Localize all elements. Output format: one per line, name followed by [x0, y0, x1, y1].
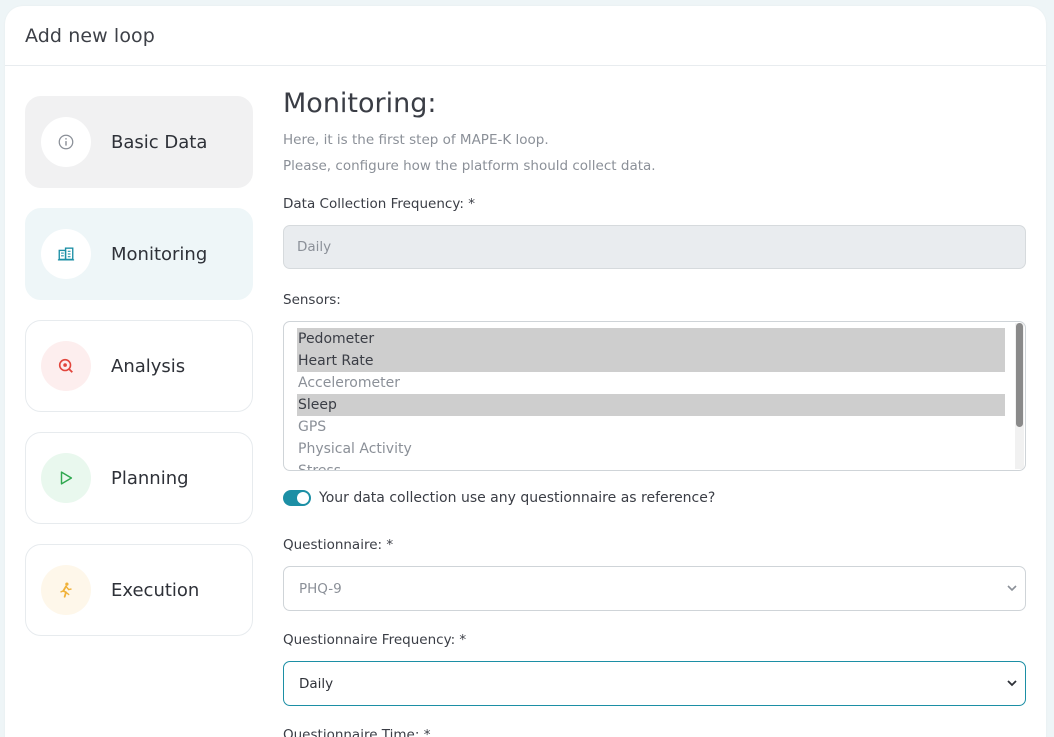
add-loop-card: Add new loop Basic Data Monitoring Analy… [5, 6, 1046, 737]
sensor-option[interactable]: Pedometer [297, 328, 1005, 350]
card-header: Add new loop [5, 6, 1046, 66]
questionnaire-toggle-row: Your data collection use any questionnai… [283, 490, 1026, 506]
step-planning[interactable]: Planning [25, 432, 253, 524]
running-person-icon [41, 565, 91, 615]
questionnaire-label: Questionnaire: * [283, 537, 394, 553]
questionnaire-select[interactable]: PHQ-9 [283, 566, 1026, 611]
step-monitoring[interactable]: Monitoring [25, 208, 253, 300]
questionnaire-toggle-label: Your data collection use any questionnai… [319, 490, 716, 506]
description-line-2: Please, configure how the platform shoul… [283, 158, 656, 174]
search-target-icon [41, 341, 91, 391]
step-label: Monitoring [111, 243, 208, 265]
step-basic-data[interactable]: Basic Data [25, 96, 253, 188]
chevron-down-icon [1007, 680, 1017, 687]
sensor-option[interactable]: Accelerometer [298, 372, 1005, 394]
section-title: Monitoring: [283, 88, 437, 119]
page-title: Add new loop [25, 24, 155, 47]
info-icon [41, 117, 91, 167]
questionnaire-toggle[interactable] [283, 490, 311, 506]
building-chart-icon [41, 229, 91, 279]
step-label: Planning [111, 467, 189, 489]
chevron-down-icon [1007, 585, 1017, 592]
sensor-option[interactable]: GPS [298, 416, 1005, 438]
step-label: Analysis [111, 355, 186, 377]
sensor-option[interactable]: Stress [298, 460, 1005, 470]
questionnaire-select-value: PHQ-9 [299, 580, 342, 597]
step-execution[interactable]: Execution [25, 544, 253, 636]
step-analysis[interactable]: Analysis [25, 320, 253, 412]
play-icon [41, 453, 91, 503]
step-label: Execution [111, 579, 200, 601]
step-label: Basic Data [111, 131, 208, 153]
frequency-field: Daily [283, 225, 1026, 269]
sensor-option[interactable]: Sleep [297, 394, 1005, 416]
sensors-scrollbar[interactable] [1015, 323, 1024, 469]
questionnaire-frequency-value: Daily [299, 675, 334, 692]
sensor-option[interactable]: Heart Rate [297, 350, 1005, 372]
steps-nav: Basic Data Monitoring Analysis Planning [25, 96, 253, 656]
toggle-knob [297, 492, 309, 504]
sensor-option[interactable]: Physical Activity [298, 438, 1005, 460]
sensors-multiselect[interactable]: Pedometer Heart Rate Accelerometer Sleep… [283, 321, 1026, 471]
description-line-1: Here, it is the first step of MAPE-K loo… [283, 132, 549, 148]
frequency-label: Data Collection Frequency: * [283, 196, 475, 212]
questionnaire-frequency-label: Questionnaire Frequency: * [283, 632, 467, 648]
questionnaire-frequency-select[interactable]: Daily [283, 661, 1026, 706]
scrollbar-thumb[interactable] [1016, 323, 1023, 427]
sensors-label: Sensors: [283, 292, 341, 308]
questionnaire-time-label: Questionnaire Time: * [283, 727, 431, 737]
monitoring-form: Monitoring: Here, it is the first step o… [283, 88, 1026, 737]
